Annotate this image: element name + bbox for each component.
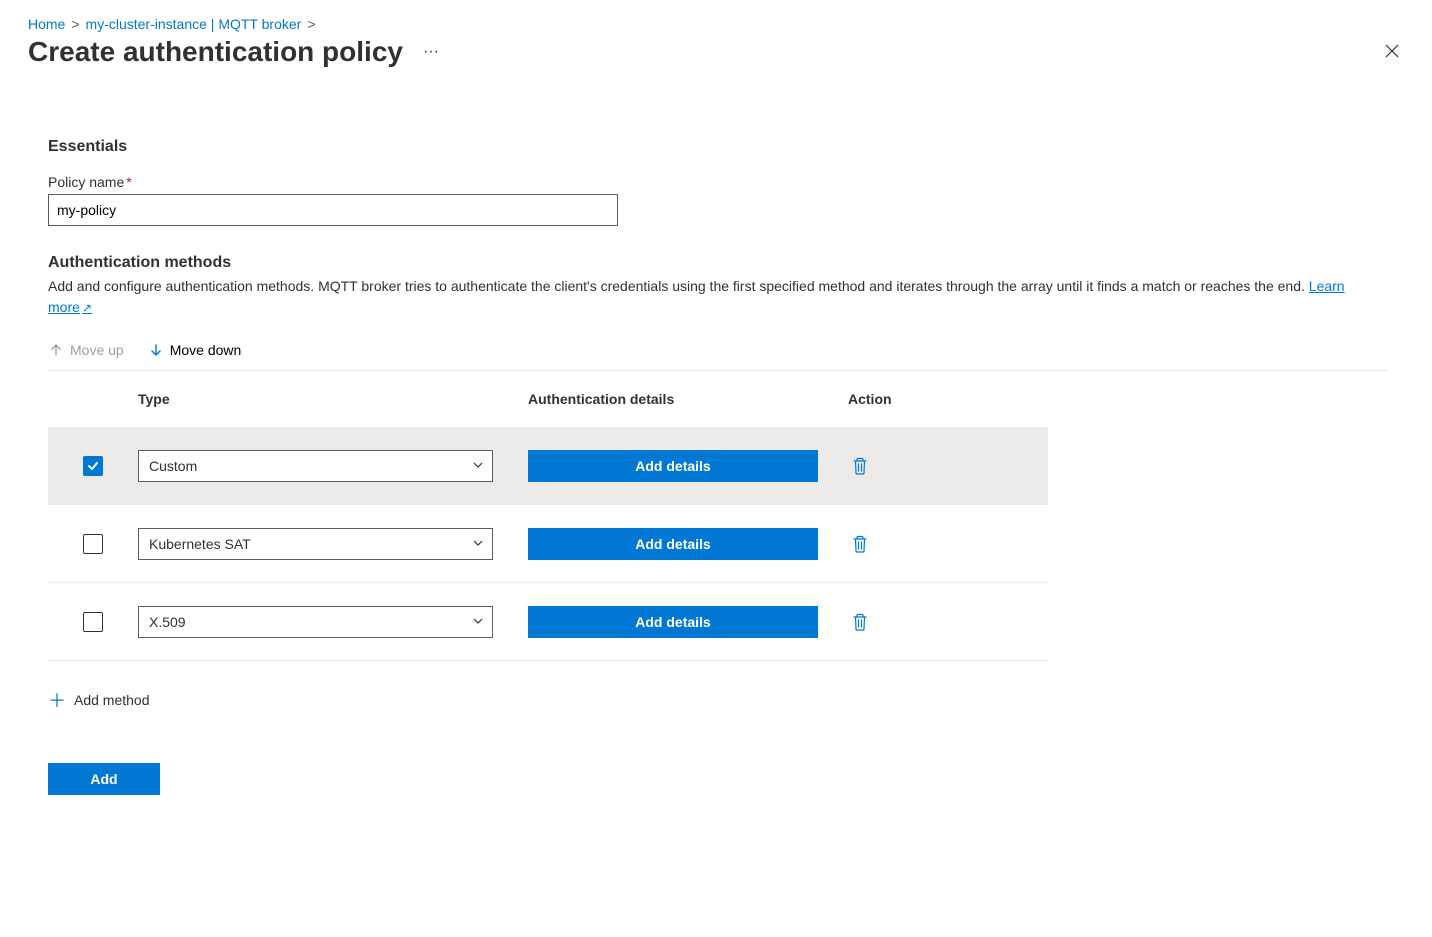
more-actions-button[interactable]: ··· bbox=[419, 39, 443, 65]
auth-methods-table: Type Authentication details Action Custo… bbox=[48, 371, 1048, 661]
trash-icon bbox=[852, 457, 868, 475]
column-header-type: Type bbox=[138, 391, 528, 407]
plus-icon: ＋ bbox=[48, 687, 64, 713]
chevron-down-icon bbox=[472, 614, 484, 630]
policy-name-label: Policy name* bbox=[48, 174, 1388, 190]
delete-row-button[interactable] bbox=[848, 531, 872, 557]
auth-methods-heading: Authentication methods bbox=[48, 254, 1388, 272]
trash-icon bbox=[852, 613, 868, 631]
add-details-button[interactable]: Add details bbox=[528, 450, 818, 482]
row-checkbox[interactable] bbox=[83, 456, 103, 476]
close-button[interactable] bbox=[1380, 39, 1404, 66]
column-header-action: Action bbox=[848, 391, 1048, 407]
essentials-heading: Essentials bbox=[48, 138, 1388, 156]
close-icon bbox=[1384, 43, 1400, 59]
arrow-up-icon bbox=[48, 342, 64, 358]
move-up-button[interactable]: Move up bbox=[48, 340, 124, 360]
breadcrumb-cluster[interactable]: my-cluster-instance | MQTT broker bbox=[86, 16, 302, 32]
type-select-value: Custom bbox=[149, 458, 197, 474]
delete-row-button[interactable] bbox=[848, 609, 872, 635]
type-select[interactable]: Custom bbox=[138, 450, 493, 482]
type-select[interactable]: Kubernetes SAT bbox=[138, 528, 493, 560]
policy-name-input[interactable] bbox=[48, 194, 618, 226]
external-link-icon: ↗ bbox=[82, 301, 92, 315]
table-row: X.509 Add details bbox=[48, 583, 1048, 661]
table-row: Custom Add details bbox=[48, 427, 1048, 505]
breadcrumb: Home > my-cluster-instance | MQTT broker… bbox=[28, 16, 1404, 32]
trash-icon bbox=[852, 535, 868, 553]
chevron-down-icon bbox=[472, 458, 484, 474]
add-details-button[interactable]: Add details bbox=[528, 606, 818, 638]
table-row: Kubernetes SAT Add details bbox=[48, 505, 1048, 583]
breadcrumb-separator: > bbox=[71, 16, 79, 32]
row-checkbox[interactable] bbox=[83, 534, 103, 554]
auth-methods-description: Add and configure authentication methods… bbox=[48, 276, 1388, 318]
add-method-button[interactable]: ＋ Add method bbox=[48, 683, 1388, 717]
page-title: Create authentication policy bbox=[28, 36, 403, 68]
add-details-button[interactable]: Add details bbox=[528, 528, 818, 560]
type-select[interactable]: X.509 bbox=[138, 606, 493, 638]
move-down-button[interactable]: Move down bbox=[148, 340, 242, 360]
type-select-value: X.509 bbox=[149, 614, 186, 630]
breadcrumb-separator: > bbox=[307, 16, 315, 32]
type-select-value: Kubernetes SAT bbox=[149, 536, 251, 552]
delete-row-button[interactable] bbox=[848, 453, 872, 479]
required-indicator: * bbox=[126, 174, 131, 190]
row-checkbox[interactable] bbox=[83, 612, 103, 632]
arrow-down-icon bbox=[148, 342, 164, 358]
add-button[interactable]: Add bbox=[48, 763, 160, 795]
chevron-down-icon bbox=[472, 536, 484, 552]
column-header-details: Authentication details bbox=[528, 391, 848, 407]
breadcrumb-home[interactable]: Home bbox=[28, 16, 65, 32]
